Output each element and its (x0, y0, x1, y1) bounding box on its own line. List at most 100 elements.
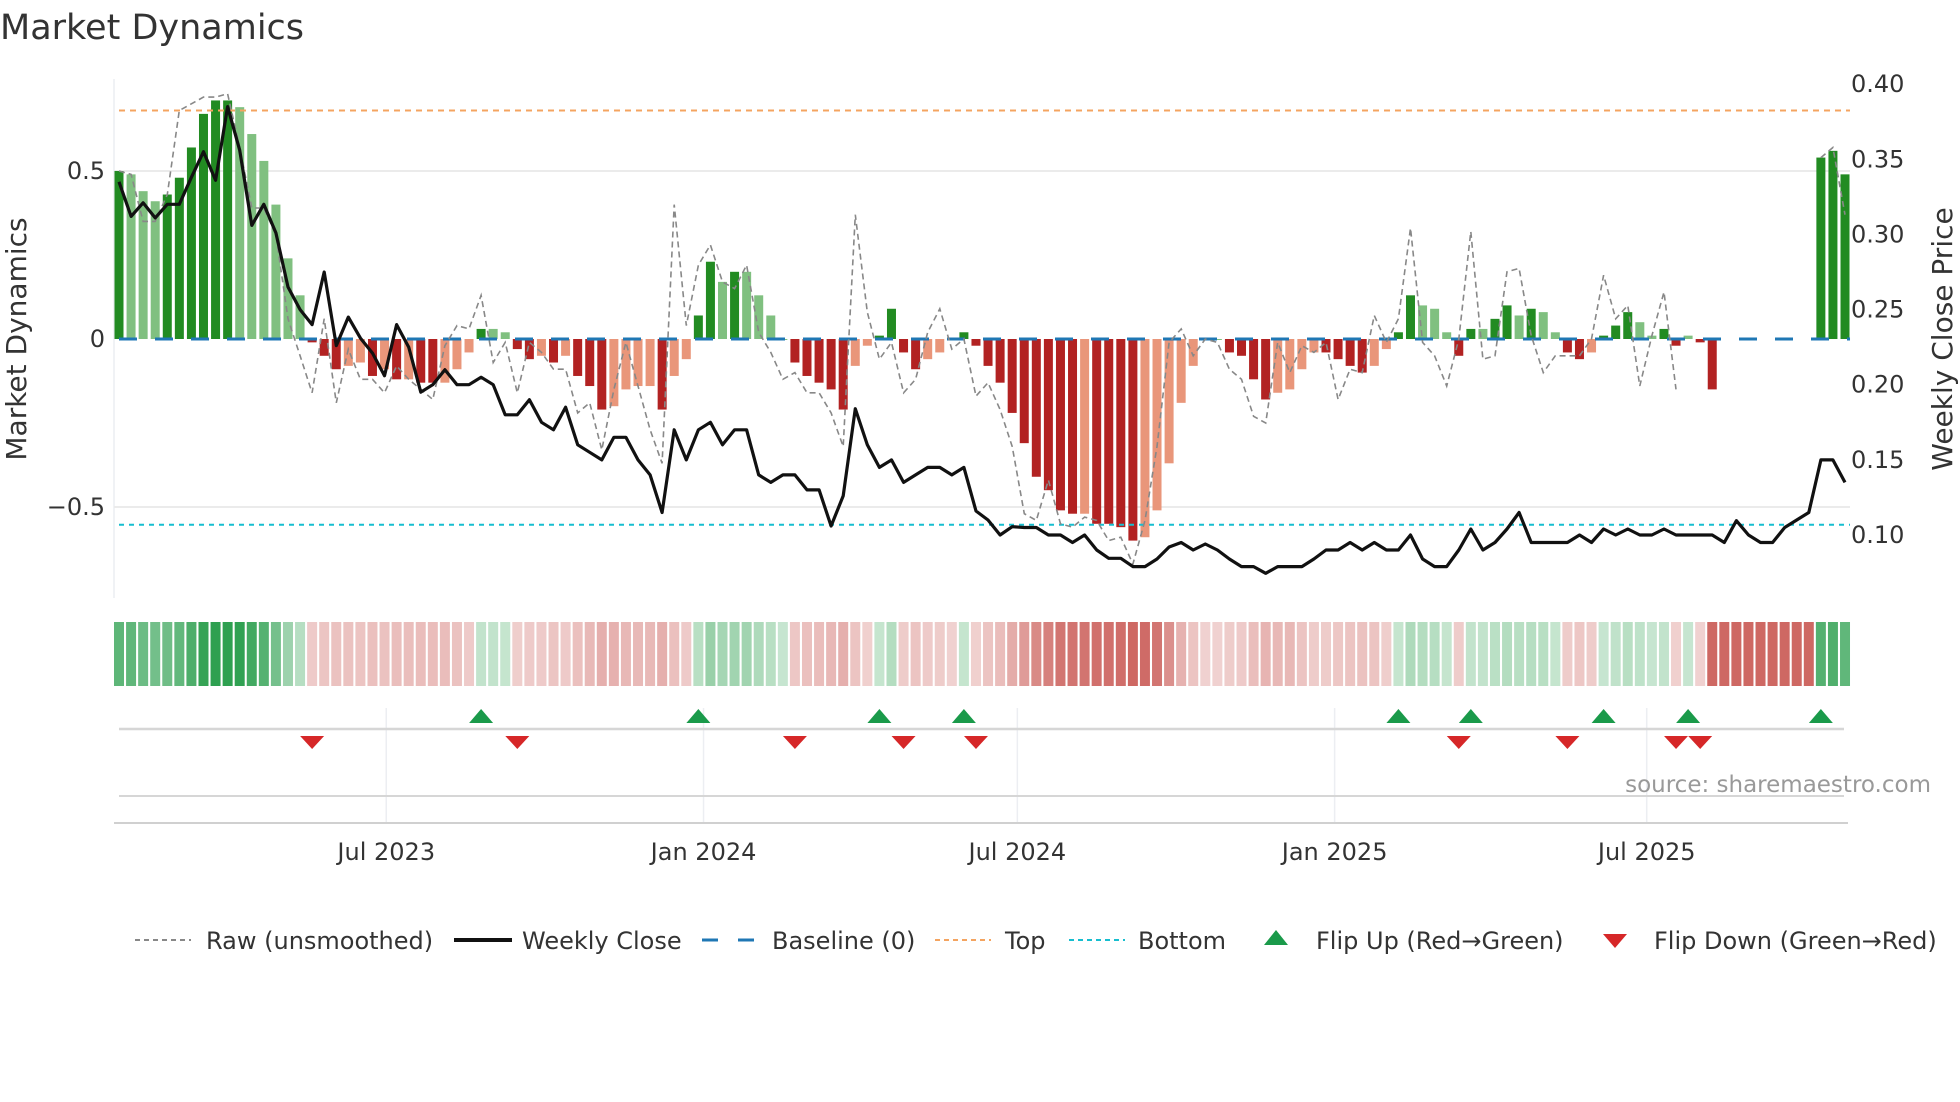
y-right-tick-label: 0.35 (1851, 145, 1904, 173)
momentum-bar (500, 332, 510, 339)
left-axis-label: Market Dynamics (0, 217, 33, 460)
regime-cell (1562, 622, 1573, 686)
legend-label: Flip Down (Green→Red) (1654, 927, 1937, 955)
regime-cell (1115, 622, 1126, 686)
regime-cell (717, 622, 728, 686)
flip-down-marker (1555, 736, 1580, 749)
y-tick-label: 0 (90, 325, 105, 353)
momentum-bar (1816, 157, 1826, 339)
left-axis-ticks: 0.5 0 −0.5 (47, 157, 105, 521)
regime-cell (620, 622, 631, 686)
legend-label: Raw (unsmoothed) (206, 927, 433, 955)
momentum-bar (428, 339, 438, 383)
regime-cell (1538, 622, 1549, 686)
regime-cell (186, 622, 197, 686)
regime-cell (645, 622, 656, 686)
regime-cell (814, 622, 825, 686)
regime-cell (1707, 622, 1718, 686)
momentum-bar (1454, 339, 1464, 356)
momentum-bar (573, 339, 583, 376)
regime-cell (753, 622, 764, 686)
legend-label: Top (1004, 927, 1046, 955)
momentum-bar (983, 339, 993, 366)
regime-cell (922, 622, 933, 686)
flip-down-marker (891, 736, 916, 749)
regime-cell (1755, 622, 1766, 686)
flip-down-marker (782, 736, 807, 749)
regime-cell (584, 622, 595, 686)
momentum-bar (1369, 339, 1379, 366)
flip-down-marker (300, 736, 325, 749)
regime-cell (439, 622, 450, 686)
regime-cell (427, 622, 438, 686)
regime-cell (464, 622, 475, 686)
regime-cell (1514, 622, 1525, 686)
regime-cell (850, 622, 861, 686)
regime-cell (1610, 622, 1621, 686)
regime-cell (198, 622, 209, 686)
regime-cell (331, 622, 342, 686)
momentum-bar (886, 308, 896, 339)
momentum-bar (392, 339, 402, 380)
regime-cell (1489, 622, 1500, 686)
regime-cell (451, 622, 462, 686)
momentum-bar (1237, 339, 1247, 356)
legend-item-baseline: Baseline (0) (702, 927, 915, 955)
flip-down-marker (1688, 736, 1713, 749)
regime-cell (1803, 622, 1814, 686)
momentum-bar (223, 100, 233, 339)
regime-cell (1031, 622, 1042, 686)
legend-item-flip-up: Flip Up (Red→Green) (1264, 927, 1564, 955)
regime-cell (367, 622, 378, 686)
momentum-bar (1381, 339, 1391, 350)
x-tick-label: Jul 2023 (335, 838, 435, 866)
regime-cell (1248, 622, 1259, 686)
legend: Raw (unsmoothed) Weekly Close Baseline (0)… (135, 927, 1937, 955)
y-right-tick-label: 0.20 (1851, 371, 1904, 399)
regime-cell (391, 622, 402, 686)
momentum-bar (1164, 339, 1174, 464)
regime-cell (1429, 622, 1440, 686)
momentum-bar (561, 339, 571, 356)
flip-up-marker (469, 709, 494, 723)
regime-cell (500, 622, 511, 686)
momentum-bar (1707, 339, 1717, 390)
line-series (117, 92, 1847, 575)
momentum-bar (633, 339, 643, 387)
momentum-bar (681, 339, 691, 360)
regime-cell (222, 622, 233, 686)
momentum-bar (512, 339, 522, 350)
momentum-bar (1333, 339, 1343, 360)
momentum-bar (1430, 308, 1440, 339)
momentum-bar (1574, 339, 1584, 360)
momentum-bar (1309, 339, 1319, 353)
regime-cell (608, 622, 619, 686)
flip-markers-panel (114, 708, 1848, 824)
momentum-bar (1538, 312, 1548, 339)
momentum-bar (1345, 339, 1355, 366)
momentum-bar (1261, 339, 1271, 400)
momentum-bar (730, 271, 740, 339)
momentum-bar (645, 339, 655, 387)
momentum-bar (162, 194, 172, 339)
regime-cell (669, 622, 680, 686)
regime-cell (1321, 622, 1331, 686)
momentum-bar (1140, 339, 1150, 538)
regime-cell (1405, 622, 1416, 686)
momentum-bar (198, 113, 208, 339)
regime-cell (681, 622, 692, 686)
momentum-bar (1611, 325, 1621, 339)
regime-cell (1091, 622, 1102, 686)
momentum-bar (1104, 339, 1114, 524)
momentum-bar (935, 339, 945, 353)
momentum-bar (766, 315, 776, 339)
momentum-bar (718, 281, 727, 339)
momentum-bar (138, 191, 148, 339)
regime-cell (1441, 622, 1452, 686)
regime-cell (1212, 622, 1223, 686)
regime-cell (295, 622, 306, 686)
momentum-bar (1659, 328, 1669, 339)
x-tick-label: Jan 2024 (649, 838, 757, 866)
regime-cell (307, 622, 318, 686)
regime-cell (1683, 622, 1694, 686)
